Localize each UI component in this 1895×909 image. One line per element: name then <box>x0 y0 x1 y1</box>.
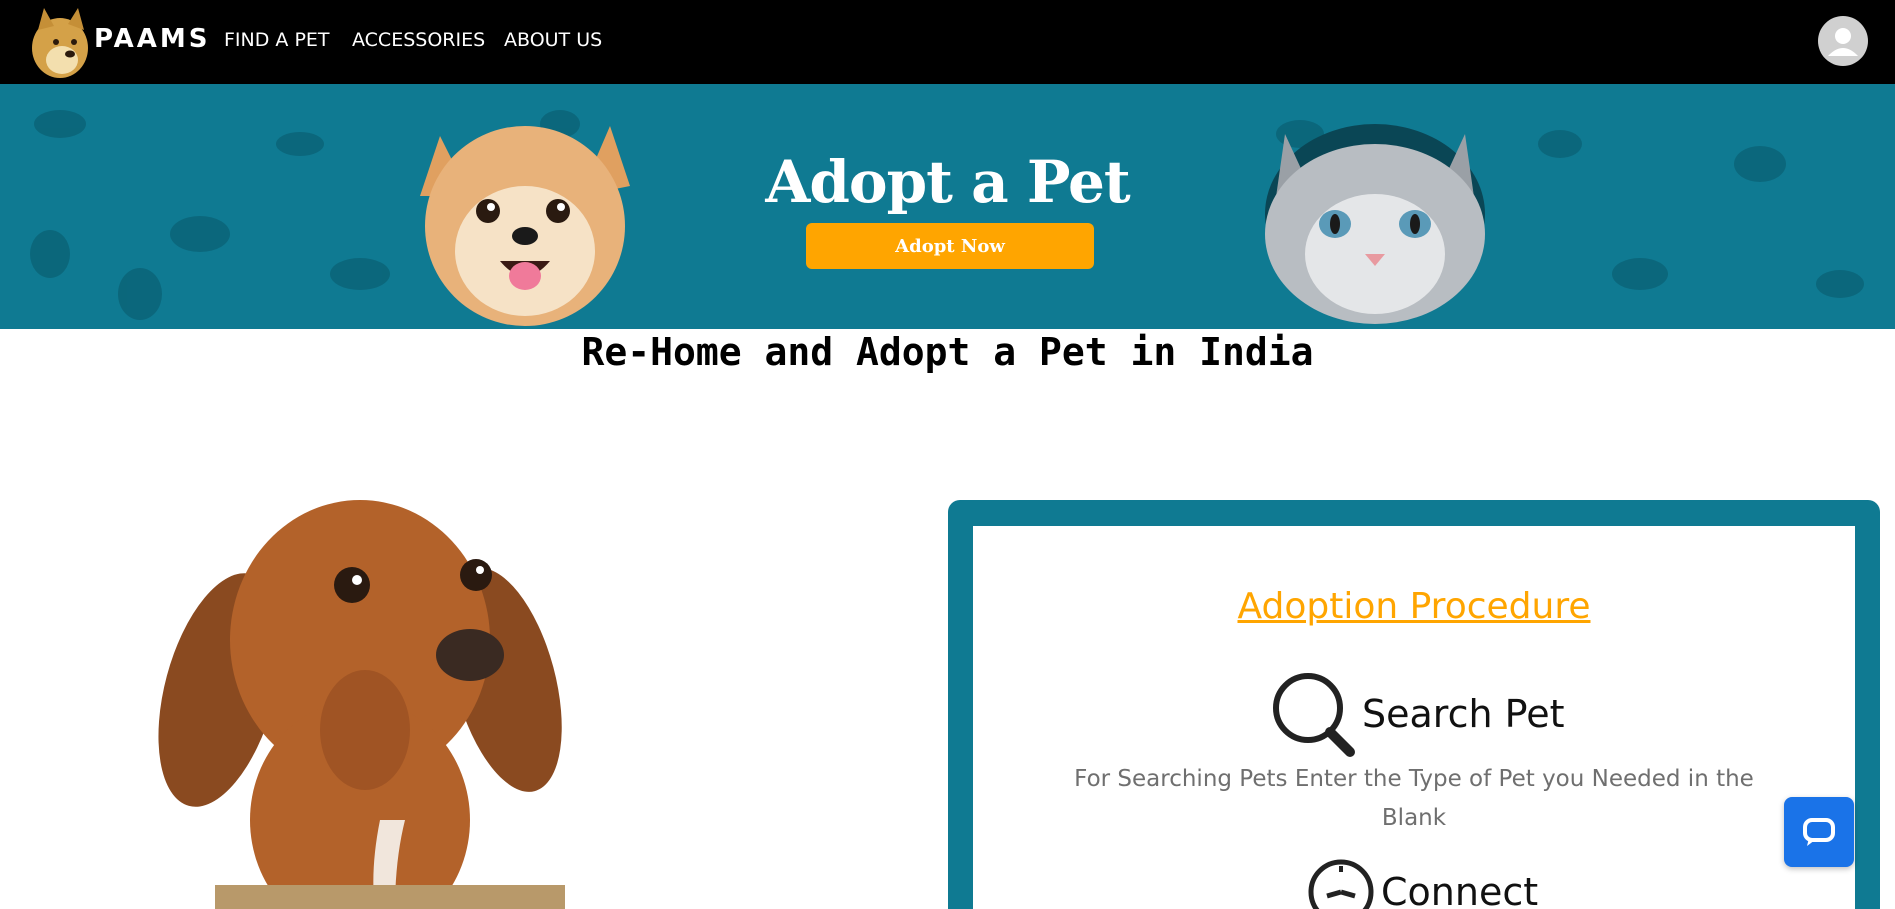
pomeranian-image <box>420 126 630 326</box>
nav-about-us[interactable]: ABOUT US <box>504 29 602 51</box>
step-title-connect: Connect <box>1381 870 1539 909</box>
step-title-search: Search Pet <box>1362 692 1565 736</box>
cat-image <box>1265 124 1485 324</box>
user-icon <box>1828 28 1858 56</box>
step-connect: Connect <box>1305 856 1538 909</box>
nav-accessories[interactable]: ACCESSORIES <box>352 29 485 51</box>
chat-bubble-icon <box>1803 818 1835 846</box>
user-avatar[interactable] <box>1818 16 1868 66</box>
page-heading: Re-Home and Adopt a Pet in India <box>581 330 1314 374</box>
brand-name[interactable]: PAAMS <box>94 24 211 54</box>
hero-banner: Adopt a Pet Adopt Now <box>0 84 1895 329</box>
nav-find-a-pet[interactable]: FIND A PET <box>224 29 330 51</box>
adopt-now-button[interactable]: Adopt Now <box>806 223 1094 269</box>
step-description-search: For Searching Pets Enter the Type of Pet… <box>1074 766 1754 831</box>
adoption-procedure-title[interactable]: Adoption Procedure <box>973 586 1855 627</box>
dachshund-image <box>158 500 565 909</box>
clock-icon <box>1308 859 1374 909</box>
navbar: PAAMS FIND A PET ACCESSORIES ABOUT US <box>0 0 1895 84</box>
step-search-pet: Search Pet <box>1268 670 1564 758</box>
search-icon <box>1273 673 1355 757</box>
hero-title: Adopt a Pet <box>765 148 1130 216</box>
chat-button[interactable] <box>1784 797 1854 867</box>
doge-logo[interactable] <box>28 4 92 80</box>
